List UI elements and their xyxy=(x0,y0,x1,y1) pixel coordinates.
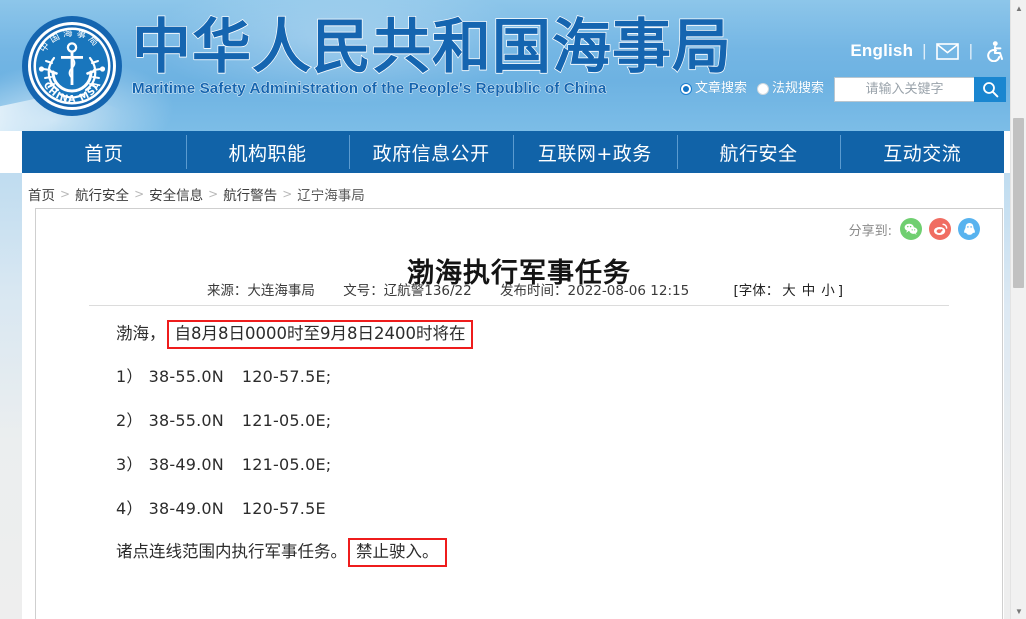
search-scope-regulation[interactable]: 法规搜索 xyxy=(756,81,824,97)
font-size-label: [字体： xyxy=(733,283,780,299)
coordinate-lat-1: 38-55.0N xyxy=(148,366,224,386)
article-body: 渤海， 自8月8日0000时至9月8日2400时将在 1） 38-55.0N 1… xyxy=(116,319,942,585)
radio-indicator-regulation[interactable] xyxy=(756,83,769,95)
header-search-row: 文章搜索 法规搜索 xyxy=(679,76,1006,102)
search-button[interactable] xyxy=(974,76,1006,102)
nav-item-interaction[interactable]: 互动交流 xyxy=(840,131,1004,173)
breadcrumb-item-safety-info[interactable]: 安全信息 xyxy=(149,184,203,204)
nav-item-government-disclosure[interactable]: 政府信息公开 xyxy=(349,131,513,173)
nav-item-home[interactable]: 首页 xyxy=(22,131,186,173)
radio-indicator-article[interactable] xyxy=(679,83,692,95)
breadcrumb: 首页 > 航行安全 > 安全信息 > 航行警告 > 辽宁海事局 xyxy=(28,181,365,207)
nav-item-navigation-safety[interactable]: 航行安全 xyxy=(676,131,841,173)
search-input[interactable] xyxy=(834,76,974,102)
breadcrumb-separator: > xyxy=(134,187,145,201)
site-title-en: Maritime Safety Administration of the Pe… xyxy=(132,80,607,98)
coordinate-index-3: 3） xyxy=(116,454,143,474)
article-publish-time: 发布时间：2022-08-06 12:15 xyxy=(500,283,690,299)
coordinate-index-4: 4） xyxy=(116,498,143,518)
coordinate-line-2: 2） 38-55.0N 121-05.0E; xyxy=(116,409,942,432)
search-icon xyxy=(982,81,998,97)
china-msa-logo[interactable]: 中国海事局 CHINA MSA xyxy=(20,14,124,118)
utility-separator-1: | xyxy=(922,41,927,60)
nav-item-functions[interactable]: 机构职能 xyxy=(185,131,350,173)
breadcrumb-item-liaoning-msa[interactable]: 辽宁海事局 xyxy=(297,184,365,204)
site-title-block: 中华人民共和国海事局 Maritime Safety Administratio… xyxy=(131,12,733,98)
coordinate-lat-2: 38-55.0N xyxy=(148,410,224,430)
article-source: 来源：大连海事局 xyxy=(206,283,315,299)
article-intro-prefix: 渤海， xyxy=(116,324,166,344)
breadcrumb-item-home[interactable]: 首页 xyxy=(28,184,55,204)
breadcrumb-item-navigation-safety[interactable]: 航行安全 xyxy=(75,184,129,204)
coordinate-lon-2: 121-05.0E; xyxy=(241,410,332,430)
font-size-medium[interactable]: 中 xyxy=(802,283,816,299)
font-size-controls: [字体：大中小] xyxy=(733,279,843,299)
search-scope-regulation-label: 法规搜索 xyxy=(771,81,824,96)
scrollbar-up-arrow[interactable]: ▲ xyxy=(1011,0,1026,16)
nav-item-internet-plus-government[interactable]: 互联网+政务 xyxy=(513,131,677,173)
coordinate-line-1: 1） 38-55.0N 120-57.5E; xyxy=(116,365,942,388)
share-label: 分享到: xyxy=(848,223,892,239)
font-size-close: ] xyxy=(837,283,844,299)
accessibility-icon[interactable] xyxy=(982,39,1006,63)
share-row: 分享到: xyxy=(849,218,980,240)
page-body: 首页 > 航行安全 > 安全信息 > 航行警告 > 辽宁海事局 分享到: 渤海执… xyxy=(0,173,1026,619)
coordinate-index-2: 2） xyxy=(116,410,143,430)
scrollbar-thumb[interactable] xyxy=(1013,118,1024,288)
weibo-share-icon[interactable] xyxy=(929,218,951,240)
coordinate-lat-4: 38-49.0N xyxy=(148,498,224,518)
breadcrumb-separator: > xyxy=(208,187,219,201)
main-navigation: 首页 机构职能 政府信息公开 互联网+政务 航行安全 互动交流 xyxy=(22,131,1004,173)
article-closing-line: 诸点连线范围内执行军事任务。 禁止驶入。 xyxy=(116,537,942,568)
meta-divider xyxy=(89,305,949,306)
coordinate-lon-3: 121-05.0E; xyxy=(241,454,332,474)
utility-separator-2: | xyxy=(968,41,973,60)
font-size-large[interactable]: 大 xyxy=(782,283,796,299)
site-title-cn: 中华人民共和国海事局 xyxy=(131,12,733,81)
coordinate-lon-1: 120-57.5E; xyxy=(241,366,332,386)
page-root: 中国海事局 CHINA MSA 中华人民共和国海事局 Maritime Safe… xyxy=(0,0,1026,619)
breadcrumb-item-navigation-warning[interactable]: 航行警告 xyxy=(223,184,277,204)
article-intro-line: 渤海， 自8月8日0000时至9月8日2400时将在 xyxy=(116,319,942,350)
article-closing-highlight: 禁止驶入。 xyxy=(348,537,447,568)
coordinate-lat-3: 38-49.0N xyxy=(148,454,224,474)
qq-share-icon[interactable] xyxy=(958,218,980,240)
header-utility-row: English | | xyxy=(850,38,1006,64)
site-header: 中国海事局 CHINA MSA 中华人民共和国海事局 Maritime Safe… xyxy=(0,0,1026,131)
article-intro-highlight: 自8月8日0000时至9月8日2400时将在 xyxy=(166,319,474,350)
article-closing-prefix: 诸点连线范围内执行军事任务。 xyxy=(116,542,347,562)
article-doc-number: 文号：辽航警136/22 xyxy=(343,283,472,299)
search-scope-article-label: 文章搜索 xyxy=(694,81,747,96)
coordinate-lon-4: 120-57.5E xyxy=(241,498,326,518)
mail-icon[interactable] xyxy=(936,39,960,63)
scrollbar-down-arrow[interactable]: ▼ xyxy=(1011,603,1026,619)
coordinate-index-1: 1） xyxy=(116,366,143,386)
wechat-share-icon[interactable] xyxy=(900,218,922,240)
coordinate-line-4: 4） 38-49.0N 120-57.5E xyxy=(116,497,942,520)
coordinate-line-3: 3） 38-49.0N 121-05.0E; xyxy=(116,453,942,476)
english-link[interactable]: English xyxy=(850,38,913,64)
breadcrumb-separator: > xyxy=(60,187,71,201)
breadcrumb-separator: > xyxy=(282,187,293,201)
article-card: 分享到: 渤海执行军事任务 来源：大连海事局 文号：辽航警136/22 发布时间… xyxy=(35,208,1003,619)
font-size-small[interactable]: 小 xyxy=(821,283,835,299)
left-edge-gradient xyxy=(0,173,22,619)
search-scope-article[interactable]: 文章搜索 xyxy=(679,81,747,97)
page-scrollbar[interactable]: ▲ ▼ xyxy=(1010,0,1026,619)
article-meta: 来源：大连海事局 文号：辽航警136/22 发布时间：2022-08-06 12… xyxy=(36,279,1002,299)
